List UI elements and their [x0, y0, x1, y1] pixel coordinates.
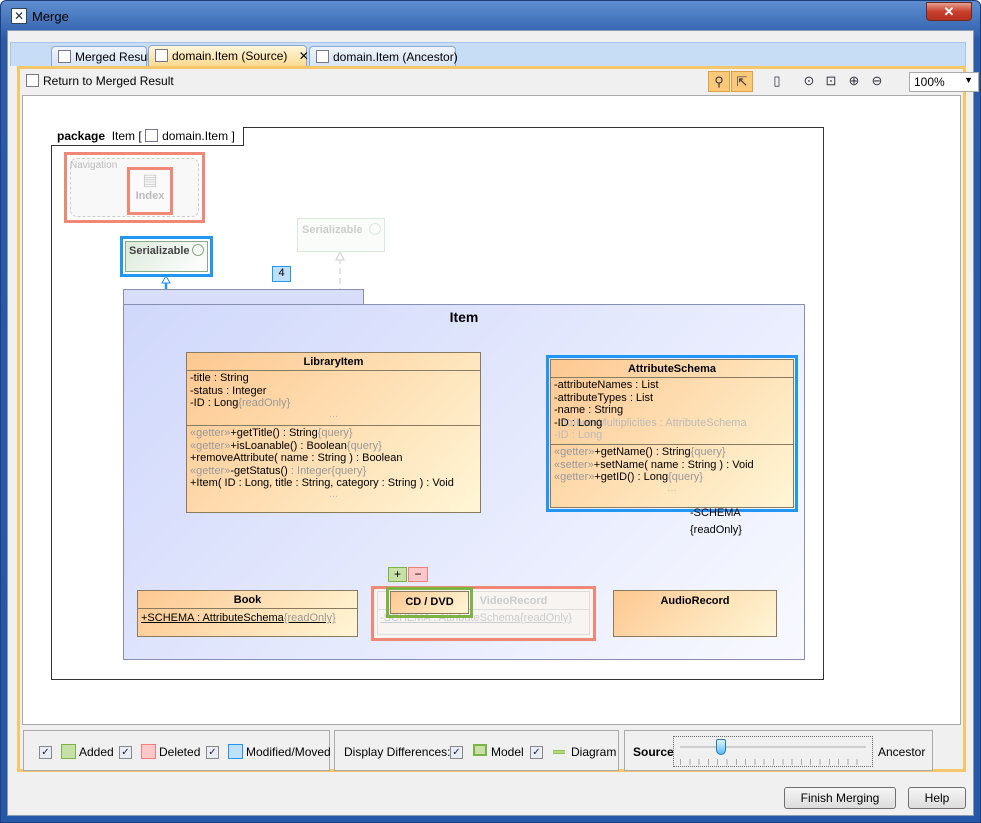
added-marker[interactable]: + [388, 567, 407, 582]
class-audio-record[interactable]: AudioRecord [613, 590, 777, 637]
diagram-line-icon [553, 750, 565, 754]
interface-icon [369, 223, 381, 235]
document-icon: ▤ [142, 172, 158, 189]
operation: «setter»+setName( name : String ) : Void [554, 458, 754, 471]
model-checkbox[interactable]: ✓ [450, 746, 463, 759]
attribute: -title : String [190, 372, 249, 384]
serializable-modified[interactable]: Serializable [120, 236, 213, 277]
display-differences-group: Display Differences: ✓ Model ✓ Diagram [334, 730, 619, 771]
operation: «getter»+getTitle() : String{query} [190, 427, 353, 439]
navigation-deleted[interactable]: Navigation ▤ Index [64, 152, 205, 223]
slider-thumb[interactable] [715, 739, 726, 755]
serializable-ancestor-ghost: Serializable [297, 218, 385, 252]
version-slider[interactable] [673, 736, 873, 767]
model-icon [473, 744, 487, 756]
deleted-marker[interactable]: − [408, 567, 428, 582]
added-checkbox[interactable]: ✓ [39, 746, 52, 759]
deleted-checkbox[interactable]: ✓ [119, 746, 132, 759]
modified-checkbox[interactable]: ✓ [206, 746, 219, 759]
legend-group: ✓ Added ✓ Deleted ✓ Modified/Moved [23, 730, 331, 771]
attribute: -attributeNames : List [554, 379, 659, 391]
association-role: -SCHEMA [690, 507, 741, 519]
interface-icon [192, 244, 204, 256]
attribute: -name : String [554, 404, 624, 416]
association-property: {readOnly} [690, 524, 742, 536]
diagram-checkbox[interactable]: ✓ [530, 746, 543, 759]
change-count-badge[interactable]: 4 [272, 266, 291, 282]
slider-group: Source Ancestor [624, 730, 933, 771]
class-book[interactable]: Book +SCHEMA : AttributeSchema{readOnly} [137, 590, 358, 637]
attribute: -ID : Long [554, 416, 603, 429]
finish-merging-button[interactable]: Finish Merging [784, 787, 896, 809]
deleted-swatch [141, 744, 156, 759]
attribute: -attributeTypes : List [554, 391, 654, 404]
item-package-tab [123, 289, 364, 305]
operation: «getter»+getName() : String{query} [554, 446, 726, 458]
operation: «getter»+isLoanable() : Boolean{query} [190, 439, 382, 452]
added-swatch [61, 744, 76, 759]
operation: +removeAttribute( name : String ) : Bool… [190, 452, 403, 464]
cd-dvd-added[interactable]: CD / DVD [386, 587, 473, 618]
index-node[interactable]: ▤ Index [127, 167, 173, 215]
class-library-item[interactable]: LibraryItem -title : String -status : In… [186, 352, 481, 513]
attribute: -status : Integer [190, 384, 267, 397]
operation: «getter»-getStatus() : Integer{query} [190, 464, 367, 477]
modified-swatch [228, 744, 243, 759]
attribute: +SCHEMA : AttributeSchema{readOnly} [141, 612, 336, 624]
legend-bar: ✓ Added ✓ Deleted ✓ Modified/Moved Displ… [20, 728, 963, 771]
class-attribute-schema[interactable]: AttributeSchema -attributeNames : List -… [550, 359, 794, 508]
help-button[interactable]: Help [908, 787, 966, 809]
